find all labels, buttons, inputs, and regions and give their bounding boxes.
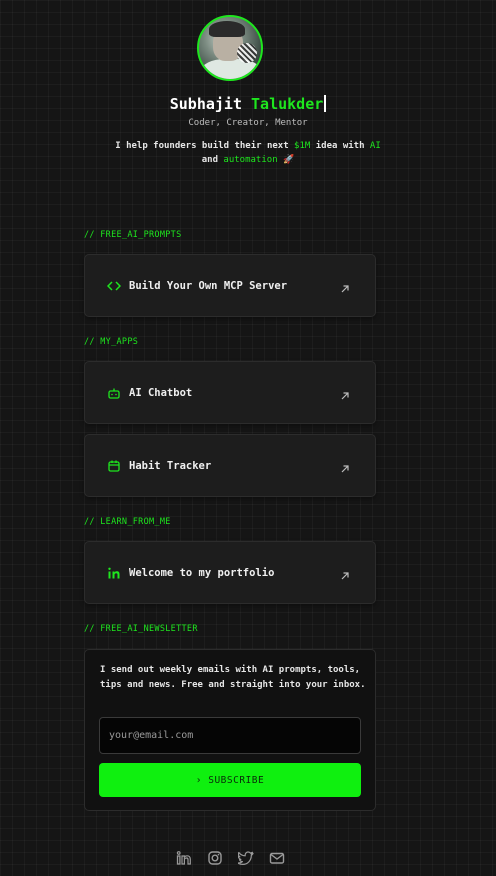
avatar: [197, 15, 263, 81]
external-link-icon: [339, 460, 351, 473]
subscribe-button[interactable]: › SUBSCRIBE: [99, 763, 361, 797]
bio-highlight-ai: AI: [369, 141, 381, 151]
link-card-mcp-server[interactable]: Build Your Own MCP Server: [84, 254, 376, 317]
link-label: Welcome to my portfolio: [129, 566, 275, 579]
newsletter-card: I send out weekly emails with AI prompts…: [84, 649, 376, 811]
section-free-ai-newsletter: // FREE_AI_NEWSLETTER: [84, 624, 198, 634]
link-in-bio-page: Subhajit Talukder Coder, Creator, Mentor…: [0, 0, 496, 876]
calendar-icon: [107, 459, 121, 473]
rocket-icon: 🚀: [283, 155, 295, 165]
bio-text: idea with: [310, 141, 370, 151]
bio-highlight-money: $1M: [294, 141, 311, 151]
instagram-icon[interactable]: [207, 850, 223, 866]
typing-cursor: [324, 95, 327, 112]
external-link-icon: [339, 567, 351, 580]
section-my-apps: // MY_APPS: [84, 337, 139, 347]
first-name: Subhajit: [169, 95, 242, 113]
bio-text: I help founders build their next: [115, 141, 295, 151]
newsletter-description: I send out weekly emails with AI prompts…: [100, 665, 366, 690]
last-name: Talukder: [251, 95, 324, 113]
code-icon: [107, 279, 121, 293]
mail-icon[interactable]: [269, 850, 285, 866]
link-label: Habit Tracker: [129, 459, 212, 472]
external-link-icon: [339, 387, 351, 400]
link-label: Build Your Own MCP Server: [129, 279, 288, 292]
twitter-icon[interactable]: [237, 850, 254, 866]
linkedin-icon[interactable]: [176, 850, 192, 866]
bot-icon: [107, 386, 121, 400]
email-input[interactable]: [99, 717, 361, 754]
tagline: Coder, Creator, Mentor: [188, 118, 308, 128]
link-card-portfolio[interactable]: Welcome to my portfolio: [84, 541, 376, 604]
section-free-ai-prompts: // FREE_AI_PROMPTS: [84, 230, 182, 240]
bio-text: and: [201, 155, 224, 165]
link-card-ai-chatbot[interactable]: AI Chatbot: [84, 361, 376, 424]
bio: I help founders build their next $1M ide…: [90, 139, 406, 167]
section-learn-from-me: // LEARN_FROM_ME: [84, 517, 171, 527]
linkedin-icon: [107, 566, 121, 580]
external-link-icon: [339, 280, 351, 293]
profile-name: Subhajit Talukder: [0, 95, 496, 113]
bio-highlight-automation: automation: [223, 155, 278, 165]
link-card-habit-tracker[interactable]: Habit Tracker: [84, 434, 376, 497]
link-label: AI Chatbot: [129, 386, 193, 399]
